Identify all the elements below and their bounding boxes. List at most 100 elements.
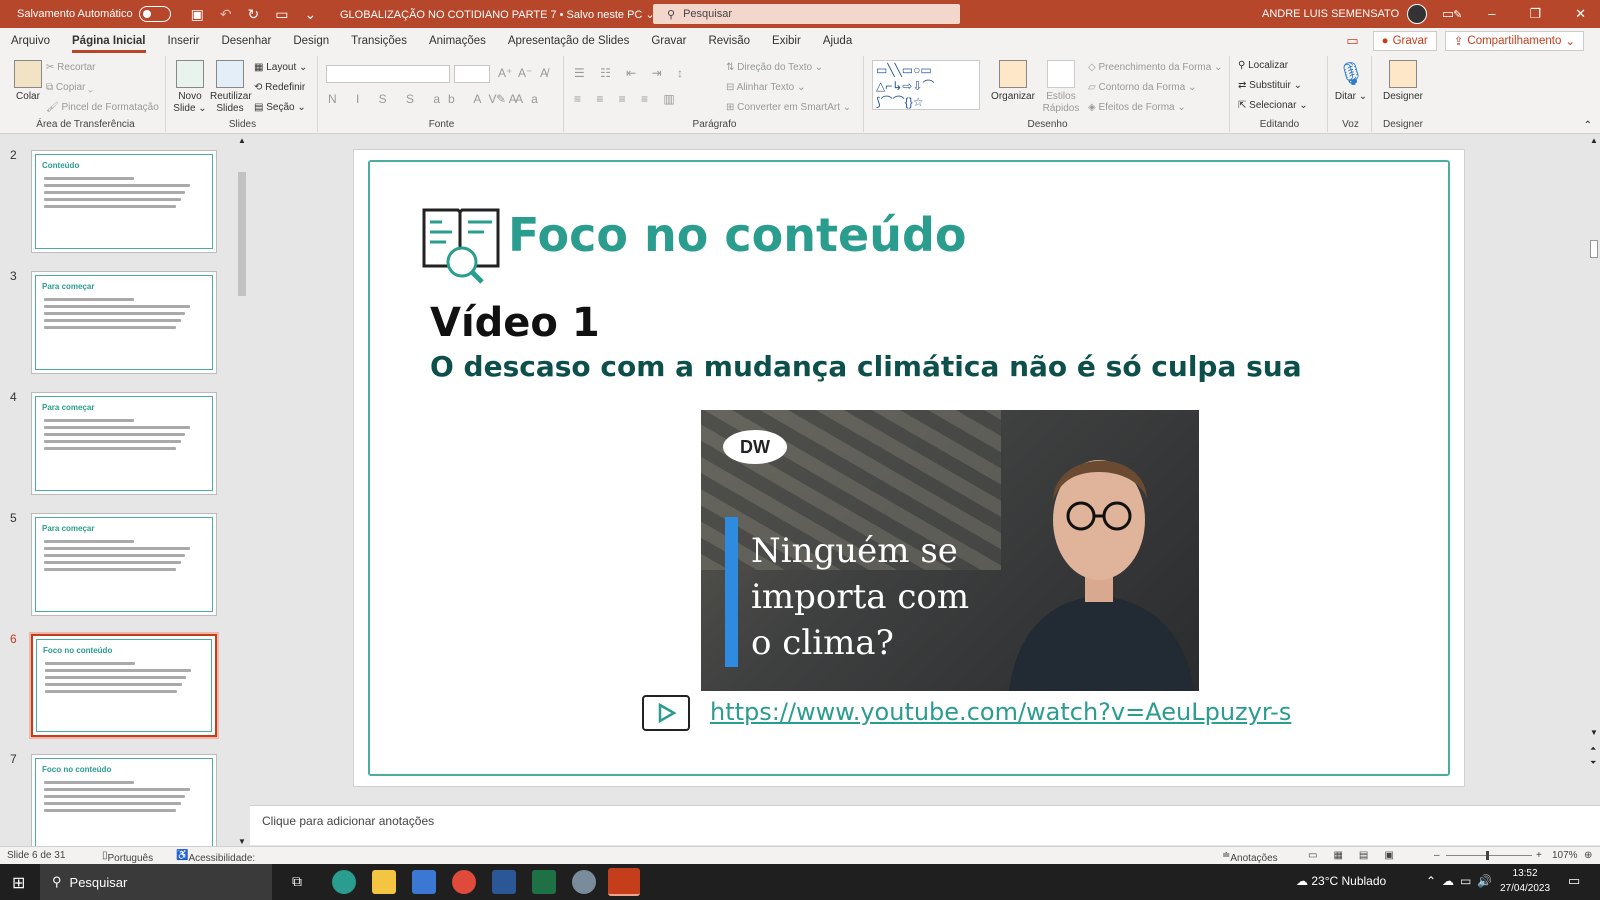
section-button[interactable]: ▤ Seção ⌄ — [254, 102, 306, 113]
shape-effects-button[interactable]: ◈ Efeitos de Forma ⌄ — [1088, 102, 1186, 113]
reuse-slides-button[interactable]: Reutilizar Slides — [210, 60, 252, 115]
comments-icon[interactable]: ▭ — [1346, 33, 1358, 49]
system-tray-icons[interactable]: ⌃☁▭🔊 — [1426, 874, 1498, 888]
zoom-in-icon[interactable]: + — [1536, 850, 1542, 861]
search-box[interactable]: ⚲ Pesquisar — [653, 4, 960, 24]
slide-thumbnail[interactable]: Para começar — [31, 392, 217, 495]
slide-thumbnail[interactable]: Foco no conteúdo — [29, 632, 219, 739]
view-buttons[interactable]: ▭▦▤▣ — [1308, 850, 1410, 861]
fit-slide-icon[interactable]: ⊕ — [1584, 850, 1592, 861]
slide-title[interactable]: Foco no conteúdo — [508, 208, 967, 262]
zoom-slider-thumb[interactable] — [1486, 851, 1489, 860]
scroll-down-icon[interactable]: ▼ — [238, 837, 246, 846]
play-icon[interactable] — [642, 695, 690, 731]
edge-icon[interactable] — [332, 870, 356, 894]
autosave-toggle[interactable] — [138, 6, 171, 22]
maximize-icon[interactable]: ❐ — [1529, 6, 1541, 22]
notifications-icon[interactable]: ▭ — [1568, 873, 1580, 889]
accessibility-status[interactable]: ♿ Acessibilidade: investigar — [176, 850, 255, 875]
document-title[interactable]: GLOBALIZAÇÃO NO COTIDIANO PARTE 7 • Salv… — [340, 8, 655, 21]
prev-slide-icon[interactable]: ⏶ — [1590, 744, 1596, 754]
video-label[interactable]: Vídeo 1 — [430, 300, 600, 346]
redo-icon[interactable]: ↻ — [248, 6, 260, 23]
tab-gravar[interactable]: Gravar — [651, 28, 686, 54]
avatar[interactable] — [1407, 4, 1428, 24]
excel-icon[interactable] — [532, 870, 556, 894]
clock[interactable]: 13:52 27/04/2023 — [1500, 866, 1550, 896]
tab-ajuda[interactable]: Ajuda — [823, 28, 852, 54]
close-icon[interactable]: ✕ — [1575, 6, 1586, 22]
smartart-button[interactable]: ⊞ Converter em SmartArt ⌄ — [726, 102, 851, 113]
zoom-out-icon[interactable]: – — [1434, 850, 1440, 861]
editor-scroll-up-icon[interactable]: ▲ — [1590, 136, 1598, 145]
list-icons[interactable]: ☰ ☷ ⇤ ⇥ ↕ — [574, 66, 689, 80]
zoom-level[interactable]: 107% — [1552, 850, 1578, 861]
settings-app-icon[interactable] — [572, 870, 596, 894]
increase-font-icon[interactable]: A⁺ — [498, 66, 512, 80]
notes-pane[interactable]: Clique para adicionar anotações — [250, 805, 1600, 845]
clear-formatting-icon[interactable]: A̸ — [540, 66, 548, 80]
tab-anima-es[interactable]: Animações — [429, 28, 486, 54]
start-from-beginning-icon[interactable]: ▭ — [275, 6, 288, 23]
tab-transi-es[interactable]: Transições — [351, 28, 407, 54]
notes-toggle[interactable]: ≐ Anotações — [1222, 850, 1278, 864]
copy-button[interactable]: ⧉ Copiar ⌄ — [46, 82, 93, 93]
video-thumbnail[interactable]: DW Ninguém se importa com o clima? — [701, 410, 1199, 691]
find-button[interactable]: ⚲ Localizar — [1238, 60, 1288, 71]
tab-design[interactable]: Design — [293, 28, 329, 54]
tab-inserir[interactable]: Inserir — [168, 28, 200, 54]
zoom-slider[interactable] — [1446, 855, 1532, 856]
new-slide-button[interactable]: Novo Slide ⌄ — [172, 60, 208, 115]
tab-arquivo[interactable]: Arquivo — [11, 28, 50, 54]
powerpoint-icon[interactable] — [608, 868, 640, 896]
slide-thumbnail[interactable]: Foco no conteúdo — [31, 754, 217, 857]
editor-scroll-thumb[interactable] — [1590, 240, 1598, 258]
share-button[interactable]: ⇪ Compartilhamento ⌄ — [1444, 31, 1584, 51]
quick-styles-button[interactable]: Estilos Rápidos — [1040, 60, 1082, 115]
align-icons[interactable]: ≡ ≡ ≡ ≡ ▥ — [574, 92, 681, 106]
highlight-icon[interactable]: ✎ A — [496, 92, 517, 106]
record-button[interactable]: ● Gravar — [1372, 31, 1437, 51]
thumbnails-scrollbar[interactable]: ▲ ▼ — [236, 136, 248, 846]
customize-qat-icon[interactable]: ⌄ — [305, 6, 317, 23]
dictate-button[interactable]: 🎙 Ditar ⌄ — [1334, 60, 1368, 103]
font-size-combo[interactable] — [454, 65, 490, 83]
tab-exibir[interactable]: Exibir — [772, 28, 801, 54]
decrease-font-icon[interactable]: A⁻ — [518, 66, 532, 80]
replace-button[interactable]: ⇄ Substituir ⌄ — [1238, 80, 1302, 91]
designer-button[interactable]: Designer — [1378, 60, 1428, 103]
shape-outline-button[interactable]: ▱ Contorno da Forma ⌄ — [1088, 82, 1196, 93]
shapes-gallery[interactable]: ▭╲╲▭○▭ △⌐↳⇨⇩⌒ ⟆⌒⌒{}☆ — [872, 60, 980, 110]
save-icon[interactable]: ▣ — [191, 6, 204, 23]
cut-button[interactable]: ✂ Recortar — [46, 62, 96, 73]
format-painter-button[interactable]: 🖌 Pincel de Formatação — [46, 102, 159, 113]
video-link[interactable]: https://www.youtube.com/watch?v=AeuLpuzy… — [710, 698, 1291, 726]
text-direction-button[interactable]: ⇅ Direção do Texto ⌄ — [726, 62, 823, 73]
taskbar-search[interactable]: ⚲ Pesquisar — [40, 864, 272, 900]
editor-scroll-down-icon[interactable]: ▼ — [1590, 728, 1598, 737]
reset-button[interactable]: ⟲ Redefinir — [254, 82, 305, 93]
tab-revis-o[interactable]: Revisão — [708, 28, 750, 54]
store-icon[interactable] — [412, 870, 436, 894]
select-button[interactable]: ⇱ Selecionar ⌄ — [1238, 100, 1308, 111]
word-icon[interactable] — [492, 870, 516, 894]
video-subtitle[interactable]: O descaso com a mudança climática não é … — [430, 350, 1302, 383]
chrome-icon[interactable] — [452, 870, 476, 894]
user-account[interactable]: ANDRE LUIS SEMENSATO ✎ — [1262, 4, 1462, 24]
undo-icon[interactable]: ↶ — [220, 6, 232, 23]
slide-thumbnail[interactable]: Conteúdo — [31, 150, 217, 253]
layout-button[interactable]: ▦ Layout ⌄ — [254, 62, 307, 73]
slide-thumbnail[interactable]: Para começar — [31, 513, 217, 616]
scroll-up-icon[interactable]: ▲ — [238, 136, 246, 145]
paste-button[interactable]: Colar — [10, 60, 46, 103]
tab-p-gina-inicial[interactable]: Página Inicial — [72, 28, 146, 54]
font-name-combo[interactable] — [326, 65, 450, 83]
task-view-icon[interactable]: ⧉ — [292, 873, 302, 890]
file-explorer-icon[interactable] — [372, 870, 396, 894]
tab-apresenta-o-de-slides[interactable]: Apresentação de Slides — [508, 28, 629, 54]
next-slide-icon[interactable]: ⏷ — [1590, 758, 1596, 768]
current-slide[interactable]: Foco no conteúdo Vídeo 1 O descaso com a… — [354, 150, 1464, 786]
autosave[interactable]: Salvamento Automático — [17, 6, 171, 22]
scroll-thumb[interactable] — [238, 172, 246, 296]
tab-desenhar[interactable]: Desenhar — [221, 28, 271, 54]
